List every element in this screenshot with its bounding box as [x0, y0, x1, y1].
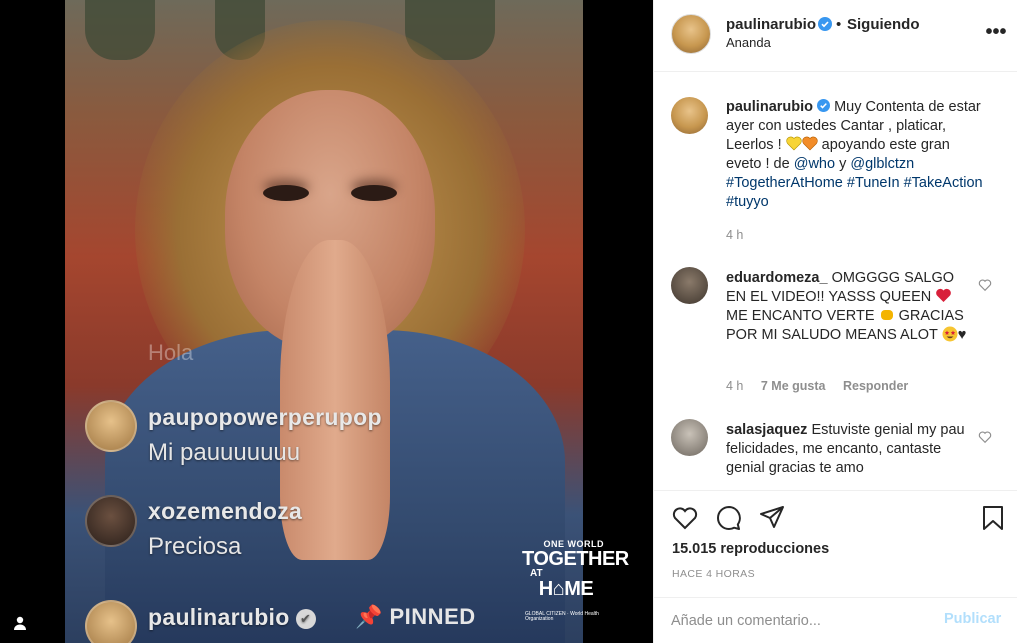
comment-composer: Publicar	[654, 597, 1017, 643]
pinned-username: paulinarubio	[148, 604, 290, 630]
like-heart-icon[interactable]	[671, 504, 699, 532]
location-link[interactable]: Ananda	[726, 35, 771, 50]
live-comment-text: Preciosa	[148, 533, 242, 560]
mention-link[interactable]: @who	[794, 156, 835, 172]
comment-text: salasjaquez Estuviste genial my pau feli…	[726, 421, 971, 478]
avatar[interactable]	[671, 419, 708, 456]
post-header: paulinarubio • Siguiendo Ananda •••	[654, 0, 1017, 72]
live-comment-text: Mi pauuuuuuu	[148, 439, 301, 466]
logo-line: H⌂ME	[538, 578, 594, 600]
logo-line: TOGETHER	[522, 548, 629, 570]
verified-icon	[817, 99, 831, 112]
author-username[interactable]: paulinarubio	[726, 16, 816, 33]
caption-username[interactable]: paulinarubio	[726, 99, 813, 115]
caption-text: paulinarubio Muy Contenta de estar ayer …	[726, 98, 986, 212]
live-comment-avatar	[85, 600, 137, 643]
hashtag-links[interactable]: #TogetherAtHome #TuneIn #TakeAction #tuy…	[726, 175, 983, 210]
video-frame[interactable]	[65, 0, 583, 643]
comment-meta: 4 h 7 Me gusta Responder	[726, 379, 922, 393]
comment-body: ♥	[957, 327, 967, 343]
eye-shape	[351, 185, 397, 201]
star-struck-icon	[942, 326, 958, 342]
live-comment-faded: Hola	[148, 340, 194, 365]
verified-icon	[818, 17, 832, 31]
heart-exclamation-icon	[936, 288, 952, 302]
background-tree	[85, 0, 155, 60]
comment-username[interactable]: eduardomeza_	[726, 270, 828, 286]
pinned-label: 📌 PINNED	[355, 604, 476, 629]
avatar[interactable]	[671, 97, 708, 134]
comment-bubble-icon[interactable]	[715, 504, 743, 532]
caption-body: y	[835, 156, 851, 172]
like-comment-heart-icon[interactable]	[978, 278, 992, 292]
publish-button[interactable]: Publicar	[944, 611, 1001, 627]
live-comment-username: xozemendoza	[148, 498, 303, 524]
video-player[interactable]: Hola paupopowerperupop Mi pauuuuuuu xoze…	[0, 0, 653, 643]
post-side-panel: paulinarubio • Siguiendo Ananda ••• paul…	[653, 0, 1017, 643]
fist-icon	[880, 310, 893, 320]
separator-dot: •	[836, 16, 842, 33]
logo-orgs: GLOBAL CITIZEN · World Health Organizati…	[525, 611, 599, 622]
caption-time[interactable]: 4 h	[726, 228, 743, 242]
comment-username[interactable]: salasjaquez	[726, 422, 807, 438]
live-comment-username: paupopowerperupop	[148, 404, 382, 430]
comment-body: ME ENCANTO VERTE	[726, 308, 879, 324]
save-bookmark-icon[interactable]	[979, 504, 1007, 532]
mention-link[interactable]: @glblctzn	[850, 156, 914, 172]
following-button[interactable]: Siguiendo	[847, 16, 920, 33]
avatar[interactable]	[671, 14, 711, 54]
avatar[interactable]	[671, 267, 708, 304]
comment-text: eduardomeza_ OMGGGG SALGO EN EL VIDEO!! …	[726, 269, 971, 345]
reply-button[interactable]: Responder	[843, 379, 908, 393]
avatar	[85, 600, 137, 643]
verified-icon: ✔	[295, 609, 316, 629]
share-paper-plane-icon[interactable]	[758, 504, 786, 532]
together-at-home-logo: ONE WORLD TOGETHER AT H⌂ME GLOBAL CITIZE…	[522, 540, 629, 622]
comments-list[interactable]: paulinarubio Muy Contenta de estar ayer …	[654, 72, 1017, 490]
like-comment-heart-icon[interactable]	[978, 430, 992, 444]
pinned-comment-username: paulinarubio ✔	[148, 604, 316, 631]
live-comment-avatar	[85, 495, 137, 547]
yellow-heart-icon	[786, 136, 802, 151]
tagged-user-icon[interactable]	[12, 615, 28, 631]
avatar	[85, 495, 137, 547]
eye-shape	[263, 185, 309, 201]
avatar	[85, 400, 137, 452]
live-comment-avatar	[85, 400, 137, 452]
post-timestamp[interactable]: HACE 4 HORAS	[672, 568, 755, 580]
comment-time[interactable]: 4 h	[726, 379, 743, 393]
orange-heart-icon	[802, 136, 818, 151]
comment-likes[interactable]: 7 Me gusta	[761, 379, 826, 393]
more-options-icon[interactable]: •••	[984, 22, 1008, 42]
add-comment-input[interactable]	[671, 610, 931, 632]
view-count[interactable]: 15.015 reproducciones	[672, 541, 829, 557]
